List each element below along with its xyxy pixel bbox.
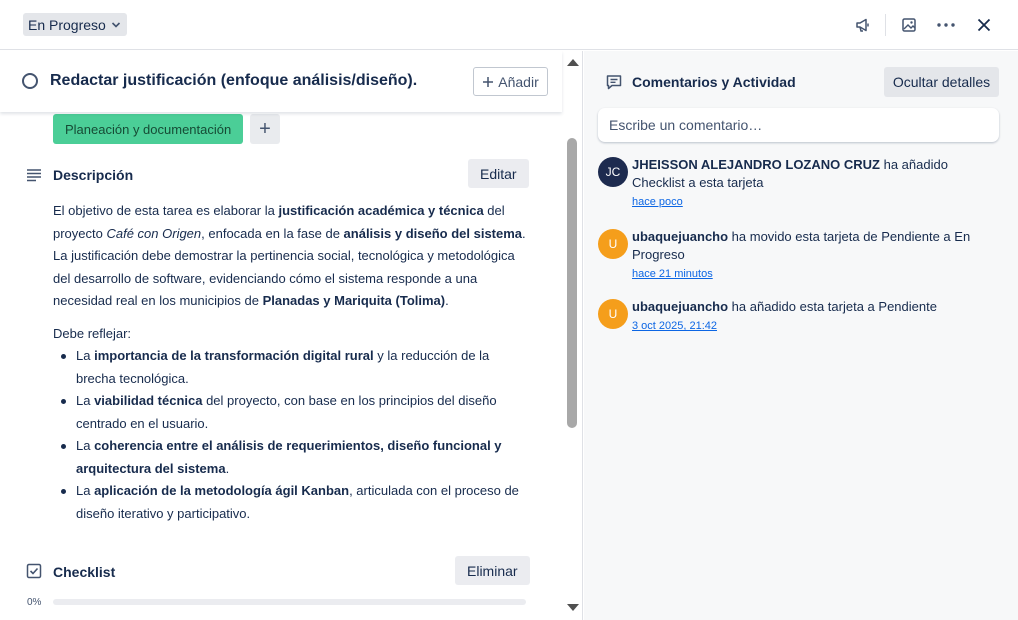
checklist-heading: Checklist	[53, 564, 116, 580]
list-item: La importancia de la transformación digi…	[61, 345, 528, 390]
checklist-progress-bar	[53, 599, 526, 605]
activity-timestamp-link[interactable]: 3 oct 2025, 21:42	[632, 317, 998, 335]
description-body[interactable]: El objetivo de esta tarea es elaborar la…	[53, 200, 528, 525]
delete-checklist-button[interactable]: Eliminar	[455, 556, 530, 585]
megaphone-icon[interactable]	[851, 13, 875, 37]
avatar[interactable]: JC	[598, 157, 628, 187]
avatar[interactable]: U	[598, 229, 628, 259]
description-heading: Descripción	[53, 167, 134, 183]
activity-text: ubaquejuancho ha movido esta tarjeta de …	[632, 228, 998, 283]
activity-text: JHEISSON ALEJANDRO LOZANO CRUZ ha añadid…	[632, 156, 998, 211]
comment-icon	[606, 75, 622, 90]
avatar[interactable]: U	[598, 299, 628, 329]
label-chip[interactable]: Planeación y documentación	[53, 114, 244, 144]
add-button[interactable]: Añadir	[473, 67, 548, 96]
plus-icon	[483, 76, 494, 87]
close-icon[interactable]	[972, 13, 996, 37]
scroll-up-arrow[interactable]	[567, 59, 579, 66]
list-status-dropdown[interactable]: En Progreso	[23, 13, 127, 36]
list-item: La coherencia entre el análisis de reque…	[61, 435, 528, 480]
list-item: La aplicación de la metodología ágil Kan…	[61, 480, 528, 525]
hide-details-button[interactable]: Ocultar detalles	[884, 67, 999, 97]
card-header: En Progreso	[0, 0, 1018, 50]
activity-timestamp-link[interactable]: hace poco	[632, 193, 998, 211]
list-item: La viabilidad técnica del proyecto, con …	[61, 390, 528, 435]
card-title[interactable]: Redactar justificación (enfoque análisis…	[50, 72, 417, 90]
scroll-thumb[interactable]	[567, 138, 577, 428]
more-icon[interactable]	[934, 13, 958, 37]
comment-input[interactable]: Escribe un comentario…	[598, 108, 999, 142]
activity-panel: Comentarios y Actividad Ocultar detalles…	[584, 51, 1018, 620]
image-icon[interactable]	[897, 13, 921, 37]
checklist-progress-text: 0%	[27, 597, 42, 608]
checklist-icon	[26, 563, 42, 579]
activity-text: ubaquejuancho ha añadido esta tarjeta a …	[632, 298, 998, 335]
activity-heading: Comentarios y Actividad	[632, 74, 796, 90]
description-intro: Debe reflejar:	[53, 325, 132, 341]
add-label-button[interactable]: +	[250, 114, 280, 144]
description-paragraph: El objetivo de esta tarea es elaborar la…	[53, 203, 526, 308]
header-divider	[885, 14, 886, 36]
status-label: En Progreso	[28, 16, 106, 33]
activity-timestamp-link[interactable]: hace 21 minutos	[632, 265, 998, 283]
edit-description-button[interactable]: Editar	[468, 159, 529, 188]
complete-toggle[interactable]	[22, 73, 38, 89]
description-icon	[27, 169, 41, 182]
description-list: La importancia de la transformación digi…	[53, 345, 528, 525]
scroll-down-arrow[interactable]	[567, 604, 579, 611]
card-title-row: Redactar justificación (enfoque análisis…	[0, 51, 562, 112]
card-main-panel: Redactar justificación (enfoque análisis…	[0, 51, 583, 620]
main-scrollbar[interactable]	[563, 51, 582, 620]
add-button-label: Añadir	[498, 73, 539, 90]
chevron-down-icon	[111, 21, 120, 28]
